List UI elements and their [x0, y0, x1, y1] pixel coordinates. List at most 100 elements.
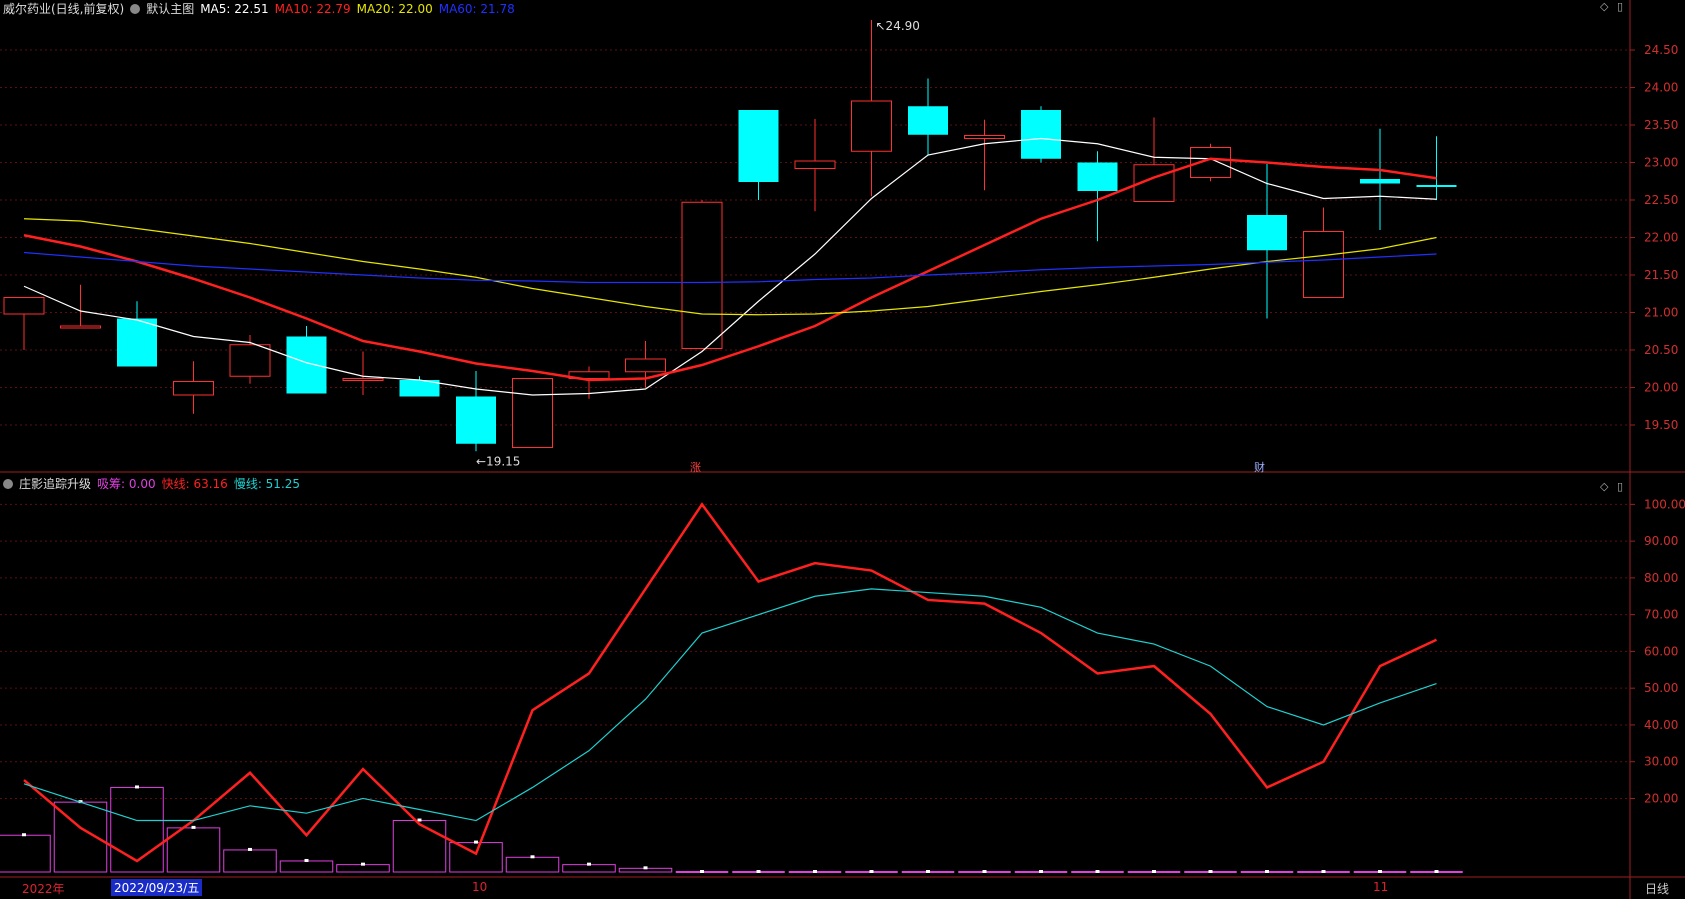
diamond-icon-sub[interactable]: ◇: [1600, 480, 1608, 493]
ma10-label: MA10: 22.79: [274, 1, 351, 16]
absorb-dot: [248, 847, 252, 851]
absorb-dot: [926, 870, 930, 873]
main-y-tick-label: 19.50: [1644, 418, 1678, 432]
absorb-bar: [449, 842, 503, 873]
candle-body: [1021, 110, 1061, 159]
absorb-dot: [1095, 870, 1100, 873]
main-y-tick-label: 20.50: [1644, 343, 1678, 357]
ma60-label: MA60: 21.78: [438, 1, 515, 16]
absorb-dot: [474, 840, 478, 844]
indicator-line: [23, 502, 1438, 863]
sub-y-tick-label: 50.00: [1644, 681, 1678, 695]
ma-line-ma20: [23, 218, 1437, 316]
absorb-bar: [279, 860, 334, 873]
x-label-year: 2022年: [22, 882, 65, 896]
absorb-dot: [1208, 870, 1213, 873]
absorb-bar: [562, 864, 616, 873]
low-price-label: ←19.15: [476, 454, 520, 468]
absorb-dot: [587, 862, 591, 866]
sub-y-tick-label: 30.00: [1644, 755, 1678, 769]
absorb-bar: [392, 820, 447, 873]
x-label-cursor-date: 2022/09/23/五: [111, 879, 203, 896]
candle-body: [738, 110, 779, 182]
absorb-dot: [643, 866, 648, 870]
candle-body: [851, 100, 892, 152]
main-y-tick-label: 21.00: [1644, 306, 1678, 320]
candle-body: [681, 201, 723, 349]
absorb-dot: [1321, 870, 1326, 873]
sub-y-tick-label: 80.00: [1644, 571, 1678, 585]
absorb-bar: [0, 834, 51, 873]
main-y-tick-label: 22.50: [1644, 193, 1678, 207]
sub-indicator-name[interactable]: 庄影追踪升级: [19, 475, 91, 492]
absorb-dot: [417, 818, 422, 822]
absorb-dot: [869, 870, 874, 873]
absorb-dot: [1434, 870, 1439, 873]
absorb-label: 吸筹: 0.00: [97, 477, 156, 491]
candle-body: [229, 344, 271, 377]
absorb-dot: [1039, 870, 1043, 873]
x-label-oct: 10: [472, 880, 488, 894]
absorb-bar: [223, 849, 277, 873]
ma20-label: MA20: 22.00: [356, 1, 433, 16]
main-y-tick-label: 20.00: [1644, 381, 1678, 395]
absorb-dot: [361, 862, 365, 866]
candle-body: [1303, 231, 1344, 298]
slow-line-label: 慢线: 51.25: [233, 477, 301, 491]
sub-y-tick-label: 100.00: [1644, 497, 1685, 511]
sub-legend: 庄影追踪升级 吸筹: 0.00 快线: 63.16 慢线: 51.25: [3, 475, 300, 492]
main-y-tick-label: 22.00: [1644, 231, 1678, 245]
candle-body: [794, 160, 836, 169]
absorb-dot: [1378, 870, 1382, 873]
timeframe-label[interactable]: 日线: [1645, 880, 1669, 897]
expand-icon-sub[interactable]: ▯: [1617, 480, 1623, 493]
absorb-dot: [982, 870, 987, 873]
absorb-dot: [191, 825, 196, 829]
absorb-dot: [1265, 870, 1269, 873]
settings-icon[interactable]: [130, 3, 141, 14]
expand-icon[interactable]: ▯: [1617, 0, 1623, 13]
settings-icon-sub[interactable]: [3, 478, 13, 489]
finance-marker[interactable]: 财: [1252, 459, 1267, 475]
candle-body: [964, 135, 1005, 139]
candle-body: [908, 106, 948, 135]
candle-body: [286, 336, 327, 394]
main-legend: 威尔药业(日线,前复权) 默认主图 MA5: 22.51 MA10: 22.79…: [3, 0, 515, 17]
absorb-bar: [505, 856, 560, 873]
candle-body: [1416, 185, 1457, 187]
sub-y-tick-label: 90.00: [1644, 534, 1678, 548]
candle-body: [117, 318, 157, 367]
main-y-tick-label: 21.50: [1644, 268, 1678, 282]
main-indicator-name[interactable]: 默认主图: [146, 0, 194, 17]
limit-up-marker[interactable]: 涨: [688, 459, 703, 475]
candle-body: [1360, 179, 1400, 184]
x-label-nov: 11: [1373, 880, 1389, 894]
absorb-bar: [336, 864, 390, 873]
candle-body: [342, 378, 384, 381]
absorb-dot: [813, 870, 817, 873]
sub-y-tick-label: 20.00: [1644, 791, 1678, 805]
main-y-tick-label: 24.00: [1644, 81, 1678, 95]
sub-y-tick-label: 70.00: [1644, 608, 1678, 622]
candle-body: [173, 381, 214, 396]
main-y-tick-label: 24.50: [1644, 43, 1678, 57]
absorb-dot: [530, 855, 535, 859]
absorb-dot: [756, 870, 761, 873]
candle-body: [1077, 162, 1118, 191]
absorb-bar: [110, 786, 164, 873]
ma5-label: MA5: 22.51: [200, 1, 269, 16]
main-y-tick-label: 23.50: [1644, 118, 1678, 132]
candle-body: [512, 378, 553, 448]
absorb-dot: [1152, 870, 1156, 873]
stock-chart[interactable]: 19.50 20.00 20.50 21.00 21.50 22.00 22.50 23.00…: [0, 0, 1685, 899]
candle-body: [1247, 215, 1287, 251]
absorb-dot: [22, 833, 26, 837]
stock-title: 威尔药业(日线,前复权): [3, 2, 125, 16]
fast-line-label: 快线: 63.16: [161, 477, 228, 491]
main-y-tick-label: 23.00: [1644, 156, 1678, 170]
diamond-icon[interactable]: ◇: [1600, 0, 1608, 13]
candle-body: [60, 325, 101, 329]
high-price-label: ↖24.90: [876, 19, 920, 33]
absorb-dot: [304, 858, 309, 862]
absorb-dot: [700, 870, 704, 873]
